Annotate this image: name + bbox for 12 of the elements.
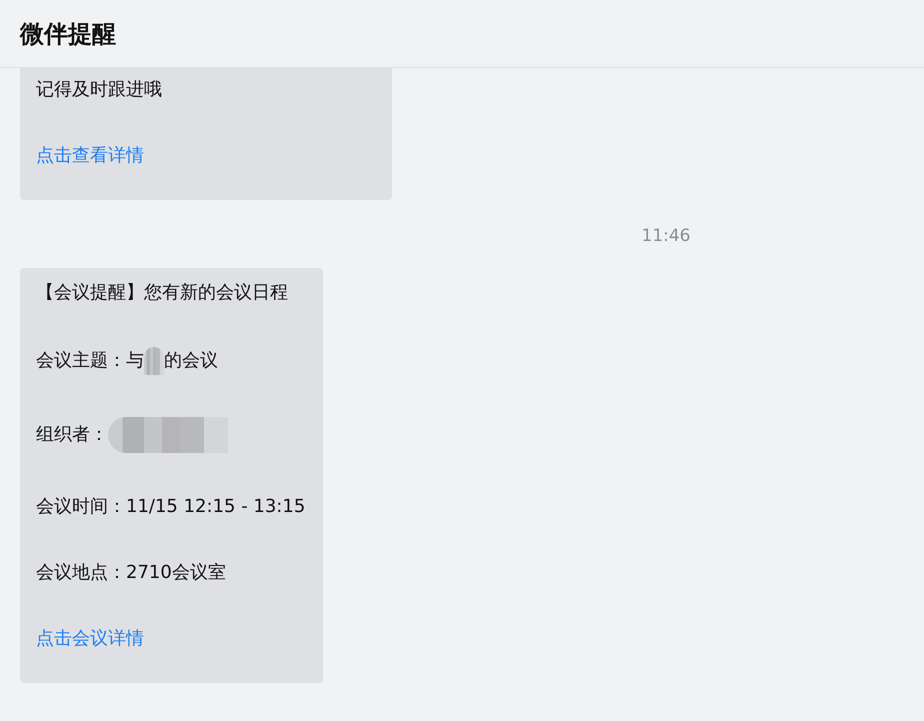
message-text: 记得及时跟进哦 bbox=[36, 78, 163, 102]
message-text: 组织者： bbox=[36, 423, 108, 447]
details-link[interactable]: 点击查看详情 bbox=[36, 144, 376, 168]
message-text: 的会议 bbox=[164, 349, 218, 373]
message-text: 会议时间：11/15 12:15 - 13:15 bbox=[36, 495, 306, 519]
details-link[interactable]: 点击会议详情 bbox=[36, 627, 307, 651]
redacted-patch bbox=[144, 347, 164, 375]
message-text: 会议地点：2710会议室 bbox=[36, 561, 227, 585]
window-title: 微伴提醒 bbox=[20, 18, 116, 50]
message-text: 【会议提醒】您有新的会议日程 bbox=[36, 281, 289, 305]
message-time: 11:46 bbox=[642, 226, 690, 246]
message-text: 会议主题：与 bbox=[36, 349, 144, 373]
